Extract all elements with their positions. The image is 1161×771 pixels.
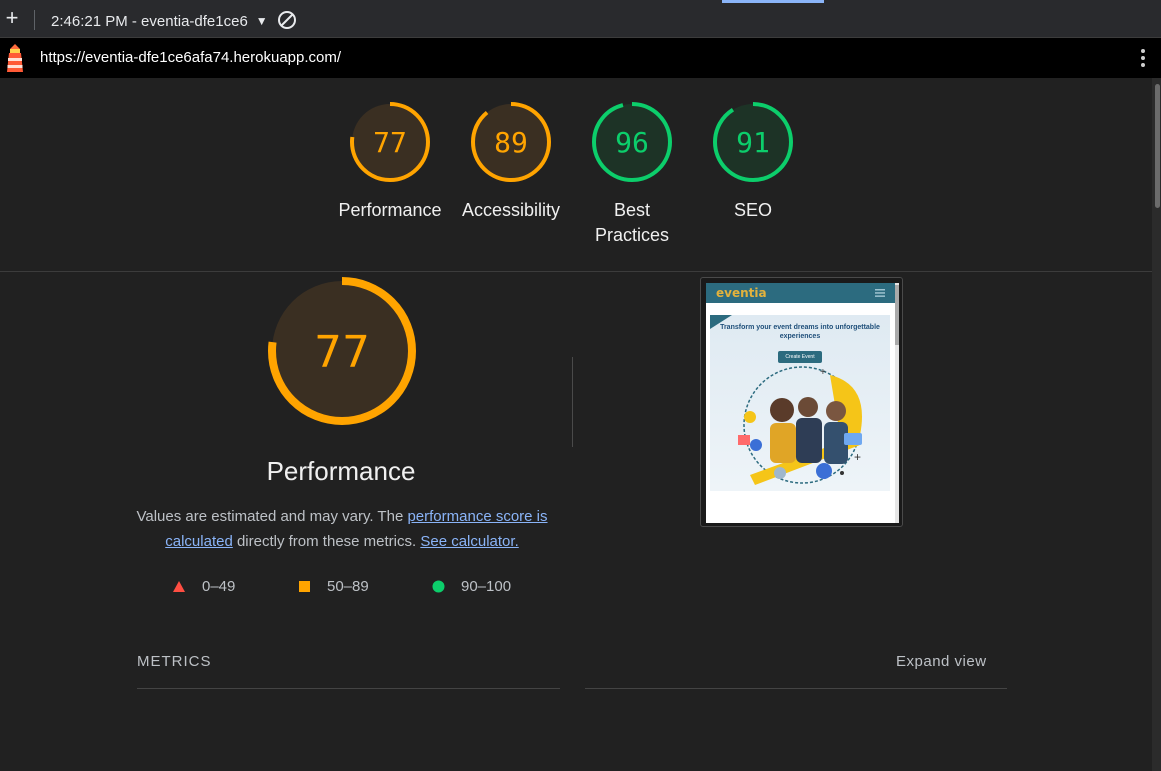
performance-score-gauge: 77	[268, 277, 416, 425]
performance-title: Performance	[266, 456, 416, 486]
gauge-seo-score: 91	[736, 126, 770, 159]
final-screenshot[interactable]: eventia Transform your event dreams into…	[700, 277, 903, 527]
legend-pass-label: 90–100	[461, 577, 512, 595]
hamburger-icon	[875, 289, 885, 297]
metrics-divider-left	[137, 688, 560, 689]
performance-score-value: 77	[314, 327, 370, 378]
screenshot-brand: eventia	[716, 286, 767, 300]
gauge-accessibility-label: Accessibility	[461, 200, 561, 220]
expand-view-toggle[interactable]: Expand view	[896, 653, 987, 670]
triangle-icon	[173, 580, 185, 592]
performance-description: Values are estimated and may vary. The p…	[136, 504, 548, 554]
chevron-down-icon: ▼	[255, 14, 268, 28]
gauge-seo-label: SEO	[733, 200, 772, 220]
desc-middle: directly from these metrics.	[232, 533, 421, 550]
gauge-performance-label: Performance	[338, 200, 442, 220]
gauge-accessibility-score: 89	[494, 126, 528, 159]
gauge-performance-score: 77	[373, 126, 407, 159]
gauge-accessibility[interactable]: 89 Accessibility	[451, 100, 571, 223]
page-scrollbar-thumb[interactable]	[1155, 84, 1160, 208]
screenshot-hero: Transform your event dreams into unforge…	[710, 315, 890, 491]
circle-icon	[432, 580, 445, 592]
metrics-heading: METRICS	[137, 653, 212, 670]
desc-prefix: Values are estimated and may vary. The	[136, 508, 408, 525]
metrics-divider-right	[585, 688, 1007, 689]
block-icon[interactable]	[277, 10, 297, 30]
kebab-menu-icon[interactable]	[1136, 47, 1150, 69]
gauge-accessibility-ring: 89	[471, 102, 551, 182]
category-gauges: 77 Performance 89 Accessibility 96 Best …	[0, 78, 1152, 271]
see-calculator-link[interactable]: See calculator.	[420, 533, 518, 550]
svg-text:+: +	[854, 450, 861, 464]
gauge-seo-ring: 91	[713, 102, 793, 182]
section-divider	[572, 357, 573, 447]
report-url[interactable]: https://eventia-dfe1ce6afa74.herokuapp.c…	[40, 49, 341, 66]
gauge-best-practices-label: Best Practices	[594, 200, 670, 245]
square-icon	[299, 580, 310, 592]
screenshot-scrollbar-thumb	[895, 285, 899, 345]
legend-fail-label: 0–49	[202, 577, 236, 595]
report-selector[interactable]: 2:46:21 PM - eventia-dfe1ce6 ▼	[51, 10, 268, 32]
gauge-best-practices[interactable]: 96 Best Practices	[572, 100, 692, 248]
svg-text:+: +	[820, 367, 826, 378]
legend-pass: 90–100	[432, 577, 511, 595]
toolbar-separator	[34, 10, 35, 30]
report-selector-label: 2:46:21 PM - eventia-dfe1ce6	[51, 12, 248, 30]
hero-illustration: + +	[710, 315, 862, 485]
tab-indicator	[722, 0, 824, 3]
header-divider	[0, 271, 1152, 272]
gauge-performance-ring: 77	[350, 102, 430, 182]
gauge-seo[interactable]: 91 SEO	[693, 100, 813, 223]
report-url-bar: https://eventia-dfe1ce6afa74.herokuapp.c…	[0, 38, 1161, 78]
gauge-best-practices-score: 96	[615, 126, 649, 159]
screenshot-navbar: eventia	[706, 283, 899, 303]
gauge-performance[interactable]: 77 Performance	[330, 100, 450, 223]
legend-average-label: 50–89	[327, 577, 369, 595]
legend-average: 50–89	[298, 577, 369, 595]
lighthouse-icon	[7, 44, 23, 72]
plus-icon[interactable]: +	[2, 7, 22, 29]
gauge-best-practices-ring: 96	[592, 102, 672, 182]
lighthouse-toolbar: + 2:46:21 PM - eventia-dfe1ce6 ▼	[0, 0, 1161, 38]
screenshot-page: eventia Transform your event dreams into…	[706, 283, 899, 523]
legend-fail: 0–49	[172, 577, 235, 595]
